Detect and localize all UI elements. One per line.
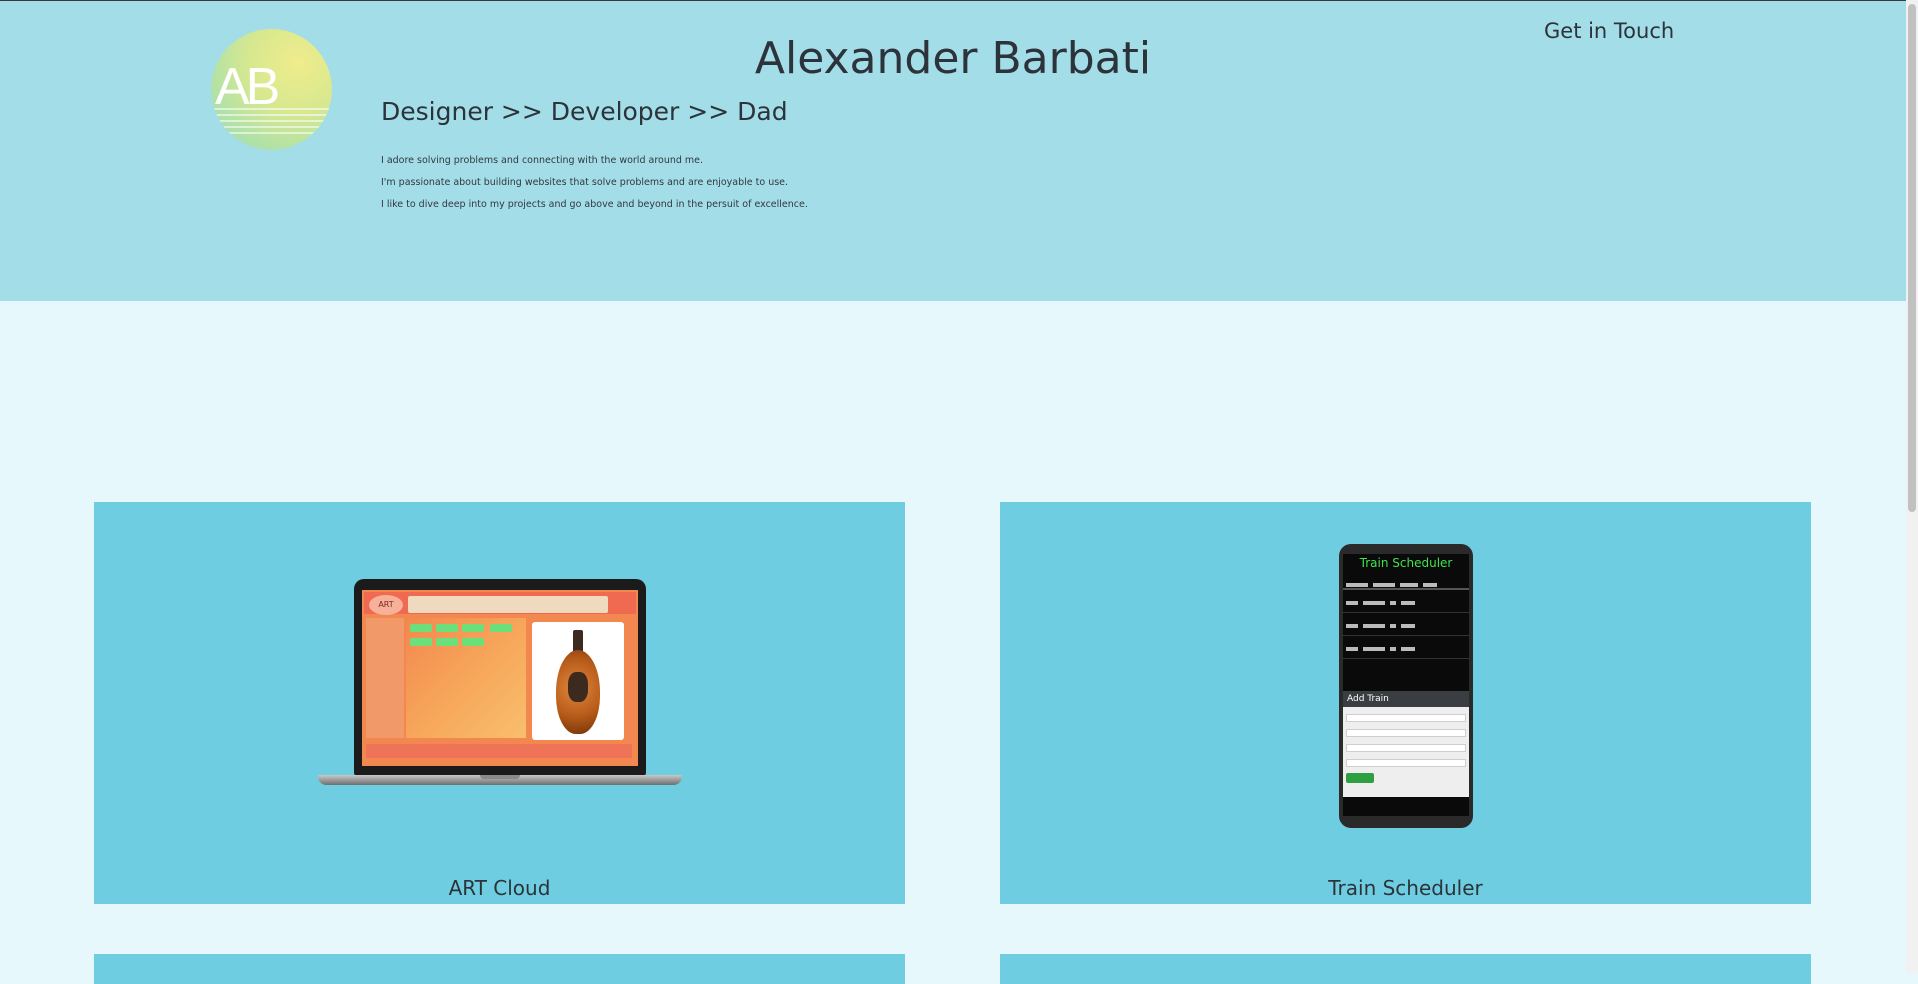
mockup-tag: [462, 638, 484, 646]
mockup-table: [1343, 572, 1469, 690]
mockup-tag: [436, 624, 458, 632]
site-header: AB Alexander Barbati Get in Touch Design…: [0, 1, 1906, 301]
mockup-footer: [366, 744, 632, 758]
mockup-sidebar: [366, 618, 404, 738]
bio-line: I'm passionate about building websites t…: [381, 177, 789, 188]
mockup-tag: [410, 638, 432, 646]
site-title: Alexander Barbati: [754, 33, 1152, 84]
mockup-tag: [436, 638, 458, 646]
mockup-table-row: [1343, 590, 1469, 613]
mockup-header: ART: [364, 592, 636, 615]
bio-line: I like to dive deep into my projects and…: [381, 199, 808, 210]
bio-list: I adore solving problems and connecting …: [381, 154, 808, 220]
mockup-logo: ART: [369, 595, 403, 615]
get-in-touch-link[interactable]: Get in Touch: [1544, 19, 1674, 43]
phone-mockup-image: Train Scheduler Add Train: [1339, 544, 1473, 828]
mockup-tag: [410, 624, 432, 632]
project-card-train-scheduler[interactable]: Train Scheduler Add Train Train Schedule…: [1000, 502, 1811, 904]
mockup-field: [1346, 729, 1466, 737]
mockup-field: [1346, 759, 1466, 767]
tagline: Designer >> Developer >> Dad: [381, 97, 788, 126]
laptop-mockup-image: ART: [318, 579, 682, 787]
project-title[interactable]: ART Cloud: [94, 876, 905, 900]
scrollbar-thumb[interactable]: [1908, 4, 1916, 512]
mockup-form-title: Add Train: [1343, 691, 1469, 707]
mockup-tag: [490, 624, 512, 632]
project-title[interactable]: Train Scheduler: [1000, 876, 1811, 900]
mockup-title: Train Scheduler: [1359, 556, 1453, 570]
mockup-field: [1346, 744, 1466, 752]
logo-initials: AB: [215, 58, 280, 116]
logo[interactable]: AB: [211, 29, 332, 150]
mockup-table-header: [1343, 572, 1469, 590]
mockup-search-bar: [408, 596, 608, 613]
bottle-icon: [556, 630, 600, 734]
mockup-tag: [462, 624, 484, 632]
mockup-main-panel: [406, 618, 526, 738]
laptop-screen: ART: [362, 590, 638, 766]
mockup-submit: [1346, 773, 1374, 783]
mockup-field: [1346, 714, 1466, 722]
project-card-art-cloud[interactable]: ART ART Cloud: [94, 502, 905, 904]
bio-line: I adore solving problems and connecting …: [381, 155, 704, 166]
mockup-table-row: [1343, 636, 1469, 659]
phone-screen: Train Scheduler Add Train: [1343, 554, 1469, 816]
mockup-product-image: [532, 622, 624, 740]
vertical-scrollbar[interactable]: [1906, 0, 1918, 973]
project-card[interactable]: [1000, 954, 1811, 984]
laptop-notch: [480, 775, 520, 779]
mockup-form: Add Train: [1343, 691, 1469, 797]
project-card[interactable]: [94, 954, 905, 984]
mockup-table-row: [1343, 613, 1469, 636]
